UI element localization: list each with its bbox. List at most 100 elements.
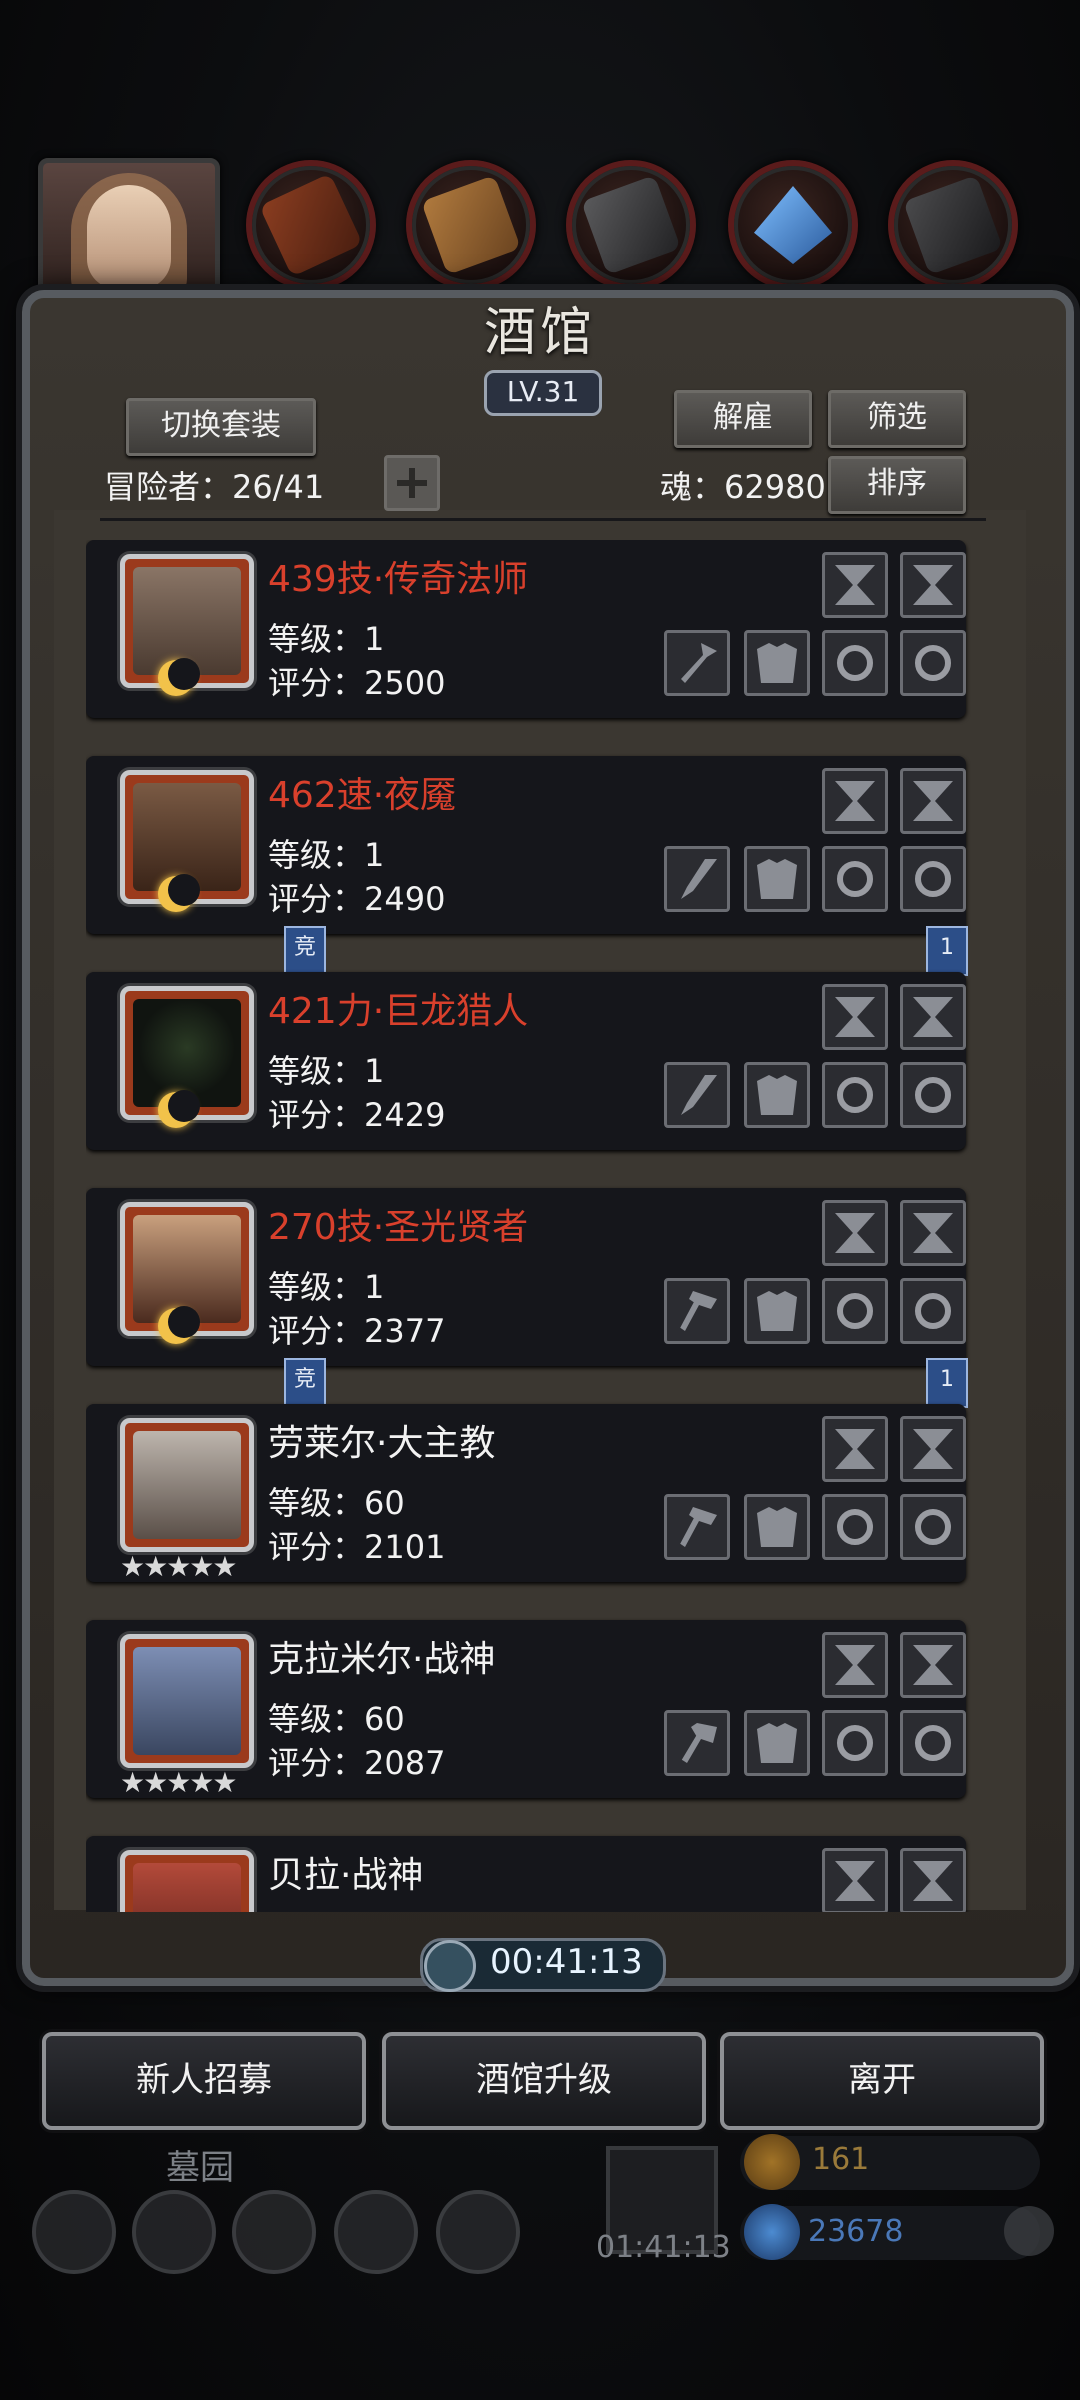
hero-card[interactable]: 270技·圣光贤者 等级：1 评分：2377	[86, 1188, 966, 1366]
ring-slot-icon[interactable]	[900, 846, 966, 912]
add-gem-button[interactable]	[1004, 2206, 1054, 2256]
hourglass-slot-icon[interactable]	[900, 1632, 966, 1698]
gate-icon[interactable]	[232, 2190, 316, 2274]
hero-name: 421力·巨龙猎人	[268, 991, 529, 1032]
ring-slot-icon[interactable]	[822, 1278, 888, 1344]
soul-count: 魂：62980	[660, 468, 826, 506]
mail-icon[interactable]	[334, 2190, 418, 2274]
add-capacity-button[interactable]	[384, 455, 440, 511]
recruit-button[interactable]: 新人招募	[42, 2032, 366, 2130]
gold-amount: 161	[812, 2142, 870, 2177]
sort-button[interactable]: 排序	[828, 456, 966, 514]
star-rating: ★★★★★	[120, 1550, 238, 1583]
armor-slot-icon[interactable]	[744, 846, 810, 912]
hero-card[interactable]: 462速·夜魇 等级：1 评分：2490	[86, 756, 966, 934]
hero-score: 评分：2087	[268, 1744, 446, 1782]
ring-slot-icon[interactable]	[822, 1062, 888, 1128]
ring-slot-icon[interactable]	[822, 846, 888, 912]
weapon-blade-slot-icon[interactable]	[664, 1062, 730, 1128]
star-badge-icon[interactable]	[132, 2190, 216, 2274]
ring-slot-icon[interactable]	[822, 630, 888, 696]
weapon-axe-slot-icon[interactable]	[664, 1710, 730, 1776]
ring-slot-icon[interactable]	[900, 630, 966, 696]
clock-icon	[424, 1940, 476, 1992]
hero-card[interactable]: ★★★★★ 克拉米尔·战神 等级：60 评分：2087	[86, 1620, 966, 1799]
iron-resource-icon[interactable]	[566, 160, 696, 290]
hero-name: 劳莱尔·大主教	[268, 1423, 496, 1464]
hourglass-slot-icon[interactable]	[900, 984, 966, 1050]
hourglass-slot-icon[interactable]	[900, 1200, 966, 1266]
filter-button[interactable]: 筛选	[828, 390, 966, 448]
armor-slot-icon[interactable]	[744, 1710, 810, 1776]
ring-slot-icon[interactable]	[900, 1494, 966, 1560]
ring-slot-icon[interactable]	[822, 1710, 888, 1776]
weapon-blade-slot-icon[interactable]	[664, 846, 730, 912]
gear-icon[interactable]	[32, 2190, 116, 2274]
weapon-staff-slot-icon[interactable]	[664, 630, 730, 696]
hourglass-slot-icon[interactable]	[900, 552, 966, 618]
hero-name: 克拉米尔·战神	[268, 1639, 496, 1680]
arena-tag: 竞	[284, 926, 326, 976]
dice-icon[interactable]	[436, 2190, 520, 2274]
gem-amount: 23678	[808, 2214, 904, 2249]
armor-slot-icon[interactable]	[744, 1494, 810, 1560]
divider	[100, 518, 986, 521]
hourglass-slot-icon[interactable]	[822, 768, 888, 834]
tavern-title: 酒馆	[483, 303, 596, 363]
hero-level: 等级：1	[268, 1052, 385, 1090]
armor-slot-icon[interactable]	[744, 1278, 810, 1344]
ring-slot-icon[interactable]	[900, 1710, 966, 1776]
hero-list[interactable]: 439技·传奇法师 等级：1 评分：2500 462速·夜魇 等级：1 评分：2…	[86, 540, 976, 1912]
hourglass-slot-icon[interactable]	[900, 768, 966, 834]
team-tag: 1	[926, 926, 968, 976]
weapon-hammer-slot-icon[interactable]	[664, 1494, 730, 1560]
hourglass-slot-icon[interactable]	[822, 1848, 888, 1912]
hero-level: 等级：1	[268, 1268, 385, 1306]
hero-level: 等级：1	[268, 836, 385, 874]
tavern-level-badge: LV.31	[484, 370, 602, 416]
armor-slot-icon[interactable]	[744, 630, 810, 696]
hourglass-slot-icon[interactable]	[822, 984, 888, 1050]
team-tag: 1	[926, 1358, 968, 1408]
ring-slot-icon[interactable]	[822, 1494, 888, 1560]
arena-tag: 竞	[284, 1358, 326, 1408]
hourglass-slot-icon[interactable]	[822, 1632, 888, 1698]
hero-avatar	[120, 1850, 254, 1912]
wood-resource-icon[interactable]	[406, 160, 536, 290]
hourglass-slot-icon[interactable]	[822, 552, 888, 618]
hero-card[interactable]: ★★★★★ 劳莱尔·大主教 等级：60 评分：2101	[86, 1404, 966, 1583]
ring-slot-icon[interactable]	[900, 1278, 966, 1344]
moon-rank-icon	[158, 658, 200, 696]
hero-name: 贝拉·战神	[268, 1855, 424, 1896]
leave-button[interactable]: 离开	[720, 2032, 1044, 2130]
tavern-upgrade-button[interactable]: 酒馆升级	[382, 2032, 706, 2130]
leather-resource-icon[interactable]	[246, 160, 376, 290]
steel-resource-icon[interactable]	[888, 160, 1018, 290]
hero-card[interactable]: 贝拉·战神	[86, 1836, 966, 1912]
hourglass-slot-icon[interactable]	[900, 1848, 966, 1912]
hourglass-slot-icon[interactable]	[900, 1416, 966, 1482]
gem-icon	[744, 2204, 800, 2260]
star-rating: ★★★★★	[120, 1766, 238, 1799]
hero-name: 462速·夜魇	[268, 775, 457, 816]
moon-rank-icon	[158, 1306, 200, 1344]
armor-slot-icon[interactable]	[744, 1062, 810, 1128]
moon-rank-icon	[158, 1090, 200, 1128]
hero-score: 评分：2101	[268, 1528, 446, 1566]
hero-avatar	[120, 1634, 254, 1768]
hero-name: 439技·传奇法师	[268, 559, 529, 600]
hero-avatar	[120, 1418, 254, 1552]
ring-slot-icon[interactable]	[900, 1062, 966, 1128]
weapon-hammer-slot-icon[interactable]	[664, 1278, 730, 1344]
switch-outfit-button[interactable]: 切换套装	[126, 398, 316, 456]
hero-card[interactable]: 421力·巨龙猎人 等级：1 评分：2429	[86, 972, 966, 1150]
hourglass-slot-icon[interactable]	[822, 1200, 888, 1266]
hero-card[interactable]: 439技·传奇法师 等级：1 评分：2500	[86, 540, 966, 718]
gift-timer: 01:41:13	[596, 2230, 731, 2265]
hero-score: 评分：2377	[268, 1312, 446, 1350]
hero-level: 等级：60	[268, 1700, 405, 1738]
graveyard-label: 墓园	[166, 2148, 234, 2188]
dismiss-button[interactable]: 解雇	[674, 390, 812, 448]
crystal-resource-icon[interactable]	[728, 160, 858, 290]
hourglass-slot-icon[interactable]	[822, 1416, 888, 1482]
